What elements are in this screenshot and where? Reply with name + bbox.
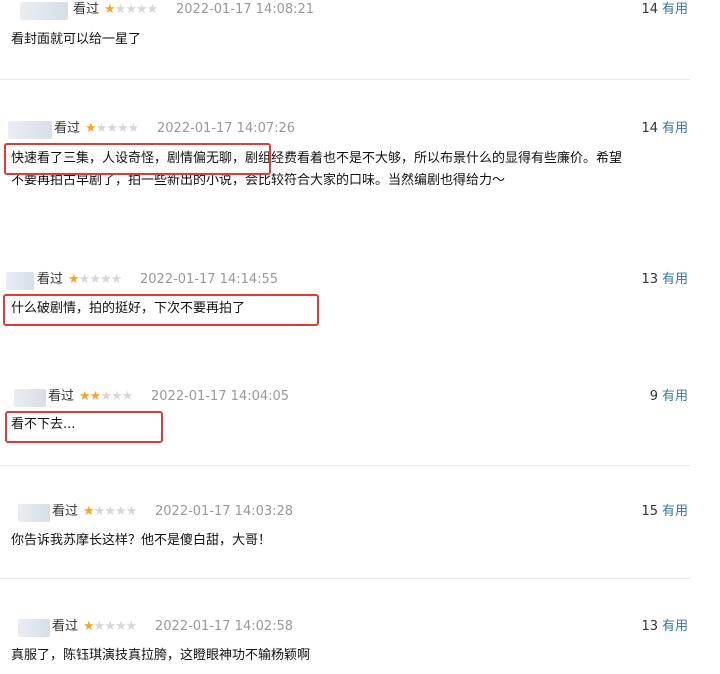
star-icon: ★ bbox=[114, 504, 127, 519]
watched-label: 看过 bbox=[48, 389, 75, 404]
divider bbox=[0, 578, 690, 579]
avatar[interactable] bbox=[18, 619, 50, 637]
star-icon: ★ bbox=[135, 2, 148, 17]
highlight-box bbox=[3, 294, 319, 326]
review-meta: 看过 ★★★★★ 2022-01-17 14:08:21 14 有用 bbox=[0, 0, 720, 20]
star-icon: ★ bbox=[83, 619, 95, 634]
rating-stars: ★★★★★ bbox=[68, 270, 123, 290]
review-date: 2022-01-17 14:07:26 bbox=[157, 121, 296, 136]
star-icon: ★ bbox=[110, 272, 123, 287]
useful-vote[interactable]: 14 有用 bbox=[641, 0, 688, 20]
star-icon: ★ bbox=[104, 619, 116, 634]
useful-vote[interactable]: 14 有用 bbox=[641, 119, 688, 139]
star-icon: ★ bbox=[83, 504, 95, 519]
useful-count: 15 bbox=[641, 504, 658, 519]
avatar[interactable] bbox=[14, 389, 46, 407]
highlight-box bbox=[4, 143, 271, 175]
watched-label: 看过 bbox=[54, 121, 81, 136]
review-meta: 看过 ★★★★★ 2022-01-17 14:03:28 15 有用 bbox=[0, 502, 720, 522]
review-date: 2022-01-17 14:04:05 bbox=[151, 389, 290, 404]
review-date: 2022-01-17 14:03:28 bbox=[155, 504, 294, 519]
avatar[interactable] bbox=[6, 272, 34, 290]
star-icon: ★ bbox=[93, 504, 106, 519]
useful-button[interactable]: 有用 bbox=[662, 619, 688, 634]
star-icon: ★ bbox=[95, 121, 108, 136]
review-meta: 看过 ★★★★★ 2022-01-17 14:02:58 13 有用 bbox=[0, 617, 720, 637]
star-icon: ★ bbox=[99, 272, 112, 287]
watched-label: 看过 bbox=[52, 504, 79, 519]
useful-count: 13 bbox=[641, 272, 658, 287]
useful-button[interactable]: 有用 bbox=[662, 272, 688, 287]
rating-stars: ★★★★★ bbox=[79, 387, 134, 407]
review-content: 看封面就可以给一星了 bbox=[11, 32, 142, 47]
review-content: 真服了，陈钰琪演技真拉胯，这瞪眼神功不输杨颖啊 bbox=[11, 648, 311, 663]
rating-stars: ★★★★★ bbox=[85, 119, 140, 139]
useful-vote[interactable]: 13 有用 bbox=[641, 270, 688, 290]
divider bbox=[0, 79, 690, 80]
star-icon: ★ bbox=[89, 389, 102, 404]
useful-button[interactable]: 有用 bbox=[662, 504, 688, 519]
avatar[interactable] bbox=[20, 2, 68, 20]
star-icon: ★ bbox=[114, 619, 127, 634]
star-icon: ★ bbox=[110, 389, 123, 404]
useful-vote[interactable]: 13 有用 bbox=[641, 617, 688, 637]
useful-vote[interactable]: 15 有用 bbox=[641, 502, 688, 522]
useful-button[interactable]: 有用 bbox=[662, 389, 688, 404]
review-meta: 看过 ★★★★★ 2022-01-17 14:04:05 9 有用 bbox=[0, 387, 720, 407]
star-icon: ★ bbox=[106, 121, 118, 136]
star-icon: ★ bbox=[78, 272, 91, 287]
star-icon: ★ bbox=[100, 389, 112, 404]
useful-count: 14 bbox=[641, 121, 658, 136]
review-date: 2022-01-17 14:02:58 bbox=[155, 619, 294, 634]
star-icon: ★ bbox=[89, 272, 101, 287]
highlight-box bbox=[5, 411, 163, 443]
useful-count: 14 bbox=[641, 2, 658, 17]
useful-vote[interactable]: 9 有用 bbox=[650, 387, 688, 407]
star-icon: ★ bbox=[127, 121, 140, 136]
rating-stars: ★★★★★ bbox=[83, 502, 138, 522]
avatar[interactable] bbox=[8, 121, 52, 139]
useful-count: 9 bbox=[649, 389, 658, 404]
star-icon: ★ bbox=[79, 389, 91, 404]
star-icon: ★ bbox=[121, 389, 134, 404]
useful-count: 13 bbox=[641, 619, 658, 634]
star-icon: ★ bbox=[104, 504, 116, 519]
divider bbox=[0, 465, 690, 466]
review-meta: 看过 ★★★★★ 2022-01-17 14:14:55 13 有用 bbox=[0, 270, 720, 290]
avatar[interactable] bbox=[18, 504, 50, 522]
star-icon: ★ bbox=[125, 2, 137, 17]
review-date: 2022-01-17 14:14:55 bbox=[140, 272, 279, 287]
watched-label: 看过 bbox=[52, 619, 79, 634]
star-icon: ★ bbox=[146, 2, 159, 17]
star-icon: ★ bbox=[116, 121, 129, 136]
watched-label: 看过 bbox=[37, 272, 64, 287]
useful-button[interactable]: 有用 bbox=[662, 121, 688, 136]
star-icon: ★ bbox=[125, 504, 138, 519]
star-icon: ★ bbox=[114, 2, 127, 17]
review-meta: 看过 ★★★★★ 2022-01-17 14:07:26 14 有用 bbox=[0, 119, 720, 139]
star-icon: ★ bbox=[85, 121, 97, 136]
useful-button[interactable]: 有用 bbox=[662, 2, 688, 17]
star-icon: ★ bbox=[104, 2, 116, 17]
star-icon: ★ bbox=[93, 619, 106, 634]
star-icon: ★ bbox=[68, 272, 80, 287]
review-date: 2022-01-17 14:08:21 bbox=[176, 2, 315, 17]
review-content: 你告诉我苏摩长这样？他不是傻白甜，大哥！ bbox=[11, 533, 272, 548]
star-icon: ★ bbox=[125, 619, 138, 634]
rating-stars: ★★★★★ bbox=[83, 617, 138, 637]
rating-stars: ★★★★★ bbox=[104, 0, 159, 20]
watched-label: 看过 bbox=[73, 2, 100, 17]
